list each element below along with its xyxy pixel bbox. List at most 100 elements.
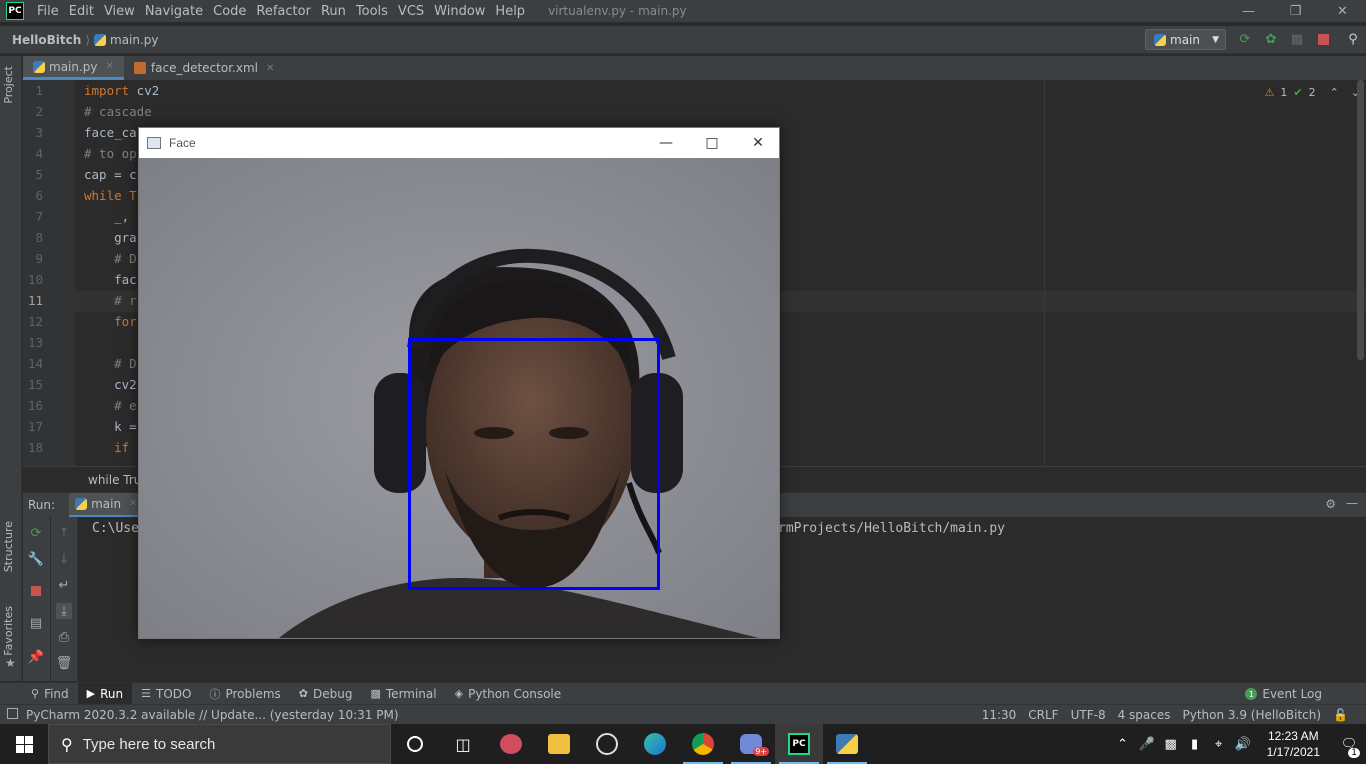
menu-code[interactable]: Code: [208, 4, 251, 19]
status-message[interactable]: PyCharm 2020.3.2 available // Update... …: [26, 708, 399, 722]
tab-debug[interactable]: ✿ Debug: [290, 683, 362, 705]
discord-icon[interactable]: 9+: [727, 724, 775, 764]
menu-run[interactable]: Run: [316, 4, 351, 19]
close-tab-icon[interactable]: ✕: [266, 63, 274, 74]
tray-chevron-up-icon[interactable]: ⌃: [1111, 737, 1135, 752]
line-number: 12: [27, 314, 43, 329]
file-encoding[interactable]: UTF-8: [1065, 708, 1112, 722]
menu-tools[interactable]: Tools: [351, 4, 393, 19]
tab-label: Find: [44, 686, 69, 701]
rerun-icon[interactable]: ⟳: [28, 525, 44, 541]
gear-icon[interactable]: ⚙: [1325, 497, 1336, 511]
coverage-icon[interactable]: ▩: [1289, 31, 1305, 47]
wifi-icon[interactable]: ⌖: [1207, 737, 1231, 752]
code-line: for: [84, 314, 137, 329]
menu-refactor[interactable]: Refactor: [251, 4, 316, 19]
toggle-tool-windows-icon[interactable]: [7, 708, 18, 719]
face-window-titlebar[interactable]: Face — □ ✕: [139, 128, 779, 158]
breadcrumb-project[interactable]: HelloBitch: [12, 33, 81, 47]
cortana-icon[interactable]: [391, 724, 439, 764]
task-view-icon[interactable]: ◫: [439, 724, 487, 764]
stop-icon[interactable]: [1315, 31, 1331, 47]
taskbar-search-input[interactable]: [82, 735, 363, 753]
taskbar-search[interactable]: ⚲: [48, 724, 391, 764]
search-icon[interactable]: ⚲: [1345, 31, 1361, 47]
menu-file[interactable]: File: [32, 4, 64, 19]
trash-icon[interactable]: 🗑: [56, 655, 73, 671]
pycharm-taskbar-icon[interactable]: PC: [775, 724, 823, 764]
edge-icon[interactable]: [631, 724, 679, 764]
minimize-icon[interactable]: —: [643, 128, 689, 158]
favorites-tool-tab[interactable]: Favorites: [2, 606, 15, 656]
maximize-icon[interactable]: □: [689, 128, 735, 158]
menu-navigate[interactable]: Navigate: [140, 4, 208, 19]
project-tab-label: Project: [2, 66, 15, 104]
chrome-icon[interactable]: [679, 724, 727, 764]
python-icon: ◈: [454, 687, 464, 700]
hide-panel-icon[interactable]: —: [1346, 496, 1358, 510]
indent-setting[interactable]: 4 spaces: [1112, 708, 1177, 722]
close-icon[interactable]: ✕: [735, 128, 781, 158]
minimize-icon[interactable]: —: [1225, 0, 1272, 22]
close-icon[interactable]: ✕: [1319, 0, 1366, 22]
tab-problems[interactable]: ⓘ Problems: [200, 683, 289, 705]
tab-main-py[interactable]: main.py ✕: [23, 56, 124, 80]
menu-view[interactable]: View: [99, 4, 140, 19]
window-title: virtualenv.py - main.py: [548, 4, 687, 18]
face-window[interactable]: Face — □ ✕: [138, 127, 780, 639]
microphone-icon[interactable]: 🎤: [1135, 737, 1159, 752]
structure-tool-tab[interactable]: Structure: [2, 521, 15, 572]
notification-icon[interactable]: 🗨 1: [1332, 737, 1366, 758]
battery-icon[interactable]: ▮: [1183, 737, 1207, 752]
line-separator[interactable]: CRLF: [1022, 708, 1064, 722]
lock-icon[interactable]: 🔓: [1327, 708, 1354, 722]
arrow-down-icon[interactable]: ↓: [56, 551, 72, 567]
chevron-up-icon[interactable]: ⌃: [1330, 86, 1339, 99]
layout-icon[interactable]: ▤: [28, 615, 44, 631]
menu-window[interactable]: Window: [429, 4, 490, 19]
chevron-down-icon: ▼: [1212, 34, 1219, 45]
scroll-to-end-icon[interactable]: ⤓: [56, 603, 72, 619]
menu-bar: PC File Edit View Navigate Code Refactor…: [0, 0, 1366, 22]
taskbar-clock[interactable]: 12:23 AM 1/17/2021: [1267, 728, 1320, 760]
menu-edit[interactable]: Edit: [64, 4, 99, 19]
snip-app-icon[interactable]: [487, 724, 535, 764]
menu-vcs[interactable]: VCS: [393, 4, 429, 19]
obs-icon[interactable]: [583, 724, 631, 764]
chevron-right-icon: ⟩: [85, 32, 90, 47]
arrow-up-icon[interactable]: ↑: [56, 525, 72, 541]
rerun-icon[interactable]: ⟳: [1237, 31, 1253, 47]
breadcrumb-file[interactable]: main.py: [110, 33, 159, 47]
meet-now-icon[interactable]: ▩: [1159, 737, 1183, 752]
tab-run[interactable]: ▶ Run: [77, 682, 133, 705]
wrench-icon[interactable]: 🔧: [28, 551, 44, 567]
windows-start-icon[interactable]: [0, 724, 48, 764]
event-log-button[interactable]: 1 Event Log: [1245, 683, 1322, 705]
menu-help[interactable]: Help: [490, 4, 530, 19]
project-tool-tab[interactable]: Project: [2, 66, 15, 104]
volume-icon[interactable]: 🔊: [1231, 737, 1255, 752]
inspection-widget[interactable]: ⚠ 1 ✔ 2 ⌃ ⌄: [1264, 86, 1360, 99]
debug-icon[interactable]: ✿: [1263, 31, 1279, 47]
run-tab-main[interactable]: main ✕: [69, 492, 144, 518]
run-config-select[interactable]: main ▼: [1145, 29, 1226, 50]
tab-face-detector-xml[interactable]: face_detector.xml ✕: [124, 56, 284, 80]
tab-terminal[interactable]: ▩ Terminal: [361, 683, 445, 705]
caret-position[interactable]: 11:30: [976, 708, 1023, 722]
stop-icon[interactable]: [28, 583, 44, 599]
restore-icon[interactable]: ❐: [1272, 0, 1319, 22]
close-tab-icon[interactable]: ✕: [129, 498, 137, 509]
close-tab-icon[interactable]: ✕: [106, 61, 114, 72]
python-interpreter[interactable]: Python 3.9 (HelloBitch): [1176, 708, 1327, 722]
soft-wrap-icon[interactable]: ↵: [56, 577, 72, 593]
print-icon[interactable]: ⎙: [56, 629, 72, 645]
tab-todo[interactable]: ☰ TODO: [132, 683, 200, 705]
line-number: 1: [35, 83, 43, 98]
tab-find[interactable]: ⚲ Find: [22, 683, 78, 705]
python-taskbar-icon[interactable]: [823, 724, 871, 764]
file-explorer-icon[interactable]: [535, 724, 583, 764]
pin-icon[interactable]: 📌: [28, 649, 44, 665]
tab-python-console[interactable]: ◈ Python Console: [446, 683, 571, 705]
editor-scrollbar[interactable]: [1357, 80, 1364, 360]
window-controls: — ❐ ✕: [1225, 0, 1366, 22]
